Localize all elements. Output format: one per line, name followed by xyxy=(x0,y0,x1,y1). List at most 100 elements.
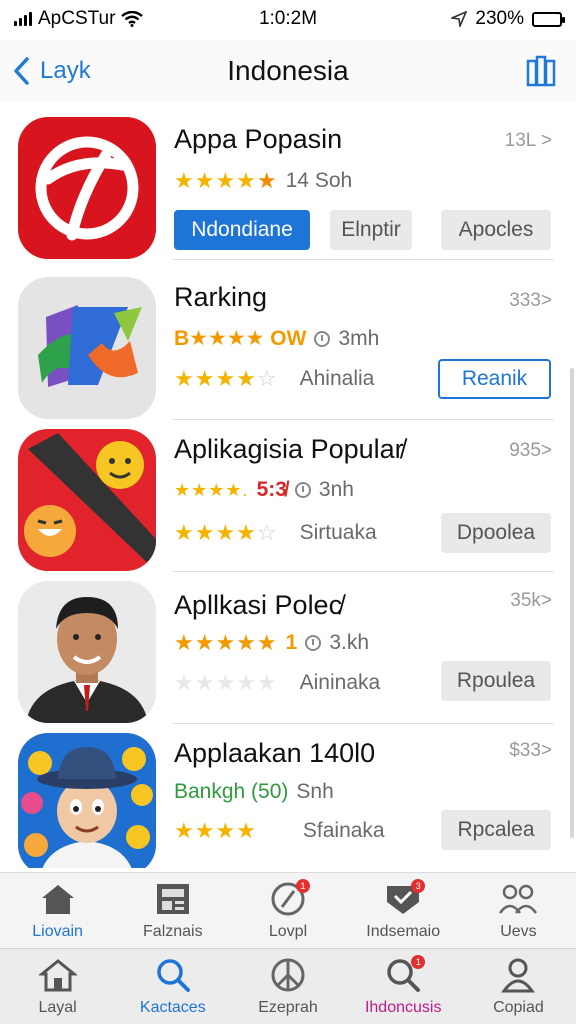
tab-label: Layal xyxy=(38,998,77,1016)
install-button[interactable]: Ndondiane xyxy=(174,210,310,250)
tab-label: Copiad xyxy=(493,998,544,1016)
app-icon-applaakan[interactable] xyxy=(18,733,156,868)
rating-tag: 5:3̸ xyxy=(256,478,287,501)
app-name[interactable]: Apllkasi Polec̸ xyxy=(174,590,342,621)
publisher: Aininaka xyxy=(299,671,381,694)
tab-indonesia[interactable]: 3 Indsemaio xyxy=(346,873,461,948)
tab-search[interactable]: Kactaces xyxy=(115,949,230,1024)
tab-news[interactable]: Falznais xyxy=(115,873,230,948)
app-name[interactable]: Appa Popasin xyxy=(174,124,342,155)
back-label: Layk xyxy=(40,57,91,84)
tab-bar-secondary: Layal Kactaces Ezeprah 1 Ihdoncusis Copi… xyxy=(0,948,576,1024)
app-count: 35k> xyxy=(510,590,552,611)
app-icon-aplikagisia[interactable] xyxy=(18,429,156,571)
rating-meta: 14 Soh xyxy=(285,169,353,192)
tab-bar-primary: Liovain Falznais 1 Lovpl 3 Indsemaio Uev… xyxy=(0,872,576,948)
tab-label: Liovain xyxy=(32,922,83,940)
rating-stars: ★★★★ xyxy=(174,818,257,843)
rating-stars: ★★★★★ xyxy=(174,168,278,193)
ribbon-logo-icon xyxy=(38,305,142,387)
meta-line: ★★★★. 5:3̸ 3nh xyxy=(174,478,354,502)
location-arrow-icon xyxy=(451,11,468,27)
notification-badge: 3 xyxy=(411,878,426,893)
divider xyxy=(172,259,554,260)
bookmark-button[interactable] xyxy=(404,55,564,87)
rating-stars-empty: ★★★★★ xyxy=(174,670,278,695)
open-button[interactable]: Rpoulea xyxy=(441,661,551,701)
list-item[interactable]: Aplikagisia Popular̸ 935> ★★★★. 5:3̸ 3nh… xyxy=(0,420,576,572)
meta-line: ★★★★★ 1 3.kh xyxy=(174,630,369,656)
compass-icon: 1 xyxy=(268,878,310,917)
app-count: 13L > xyxy=(504,130,552,151)
signal-icon xyxy=(14,12,32,26)
list-item[interactable]: Applaakan 140l0 $33> Bankgh (50) Snh ★★★… xyxy=(0,724,576,868)
character-emoji-icon xyxy=(21,747,153,868)
scrollbar[interactable] xyxy=(570,368,574,838)
tab-home[interactable]: Liovain xyxy=(0,873,115,948)
tab-label: Uevs xyxy=(500,922,537,940)
meta-time: 3nh xyxy=(318,478,354,501)
tab-label: Kactaces xyxy=(139,998,206,1016)
open-button[interactable]: Dpoolea xyxy=(441,513,551,553)
rating-tag: B★★★★ OW xyxy=(174,327,307,350)
rating-stars: ★★★★☆ xyxy=(174,366,278,391)
person-icon xyxy=(498,957,538,993)
meta-line: B★★★★ OW 3mh xyxy=(174,326,379,351)
rating-stars-small: ★★★★. xyxy=(174,479,249,500)
app-count: 333> xyxy=(509,290,552,311)
status-right: 230% xyxy=(372,8,565,30)
swirl-logo-icon xyxy=(35,136,139,241)
heart-badge-icon: 3 xyxy=(383,878,426,917)
tab-label: Ezeprah xyxy=(258,998,318,1016)
open-button[interactable]: Apocles xyxy=(441,210,551,250)
clock-icon xyxy=(314,330,331,347)
secondary-button[interactable]: Elnptir xyxy=(330,210,412,250)
get-button[interactable]: Reanik xyxy=(438,359,551,399)
tab-label: Lovpl xyxy=(268,922,308,940)
list-item[interactable]: Appa Popasin 13L > ★★★★★ 14 Soh Ndondian… xyxy=(0,108,576,260)
app-name[interactable]: Applaakan 140l0 xyxy=(174,738,375,769)
rating-stars: ★★★★☆ xyxy=(174,520,278,545)
app-icon-rarking[interactable] xyxy=(18,277,156,419)
rating-stars: ★★★★★ xyxy=(174,630,278,655)
app-count: 935> xyxy=(509,440,552,461)
rating-tag: Bankgh (50) xyxy=(174,780,289,803)
status-bar: ApCSTur 1:0:2M 230% xyxy=(0,0,576,38)
notification-badge: 1 xyxy=(411,954,426,969)
tab-ezeprah[interactable]: Ezeprah xyxy=(230,949,345,1024)
tab-explore[interactable]: 1 Lovpl xyxy=(230,873,345,948)
meta-line: Bankgh (50) Snh xyxy=(174,780,334,804)
tab-layal[interactable]: Layal xyxy=(0,949,115,1024)
page-title: Indonesia xyxy=(227,55,349,86)
status-left: ApCSTur xyxy=(14,8,204,30)
emoji-logo-icon xyxy=(24,433,156,571)
tab-label: Ihdoncusis xyxy=(364,998,442,1016)
publisher: Sirtuaka xyxy=(299,521,377,544)
battery-icon xyxy=(532,11,565,27)
rating-line: ★★★★ Sfainaka xyxy=(174,818,385,844)
tab-users[interactable]: Uevs xyxy=(461,873,576,948)
app-name[interactable]: Aplikagisia Popular̸ xyxy=(174,434,404,465)
wifi-icon xyxy=(121,11,144,27)
app-list[interactable]: Appa Popasin 13L > ★★★★★ 14 Soh Ndondian… xyxy=(0,108,576,868)
tab-copiad[interactable]: Copiad xyxy=(461,949,576,1024)
app-name[interactable]: Rarking xyxy=(174,282,267,313)
status-time: 1:0:2M xyxy=(258,8,318,29)
list-item[interactable]: Apllkasi Polec̸ 35k> ★★★★★ 1 3.kh ★★★★★ … xyxy=(0,572,576,724)
tab-label: Indsemaio xyxy=(366,922,441,940)
rating-line: ★★★★☆ Sirtuaka xyxy=(174,520,377,546)
app-icon-apllkasi[interactable] xyxy=(18,581,156,723)
book-columns-icon xyxy=(526,55,556,87)
rating-tag: 1 xyxy=(285,631,298,654)
back-button[interactable]: Layk xyxy=(12,56,172,86)
rating-line: ★★★★★ Aininaka xyxy=(174,670,380,696)
tab-ihdoncusis[interactable]: 1 Ihdoncusis xyxy=(346,949,461,1024)
list-item[interactable]: Rarking 333> B★★★★ OW 3mh ★★★★☆ Ahinalia… xyxy=(0,268,576,420)
nav-bar: Layk Indonesia xyxy=(0,40,576,102)
peace-icon xyxy=(268,957,308,993)
app-icon-appa[interactable] xyxy=(18,117,156,259)
battery-percent: 230% xyxy=(475,8,524,29)
open-button[interactable]: Rpcalea xyxy=(441,810,551,850)
home-icon xyxy=(38,957,78,993)
app-count: $33> xyxy=(509,740,552,761)
